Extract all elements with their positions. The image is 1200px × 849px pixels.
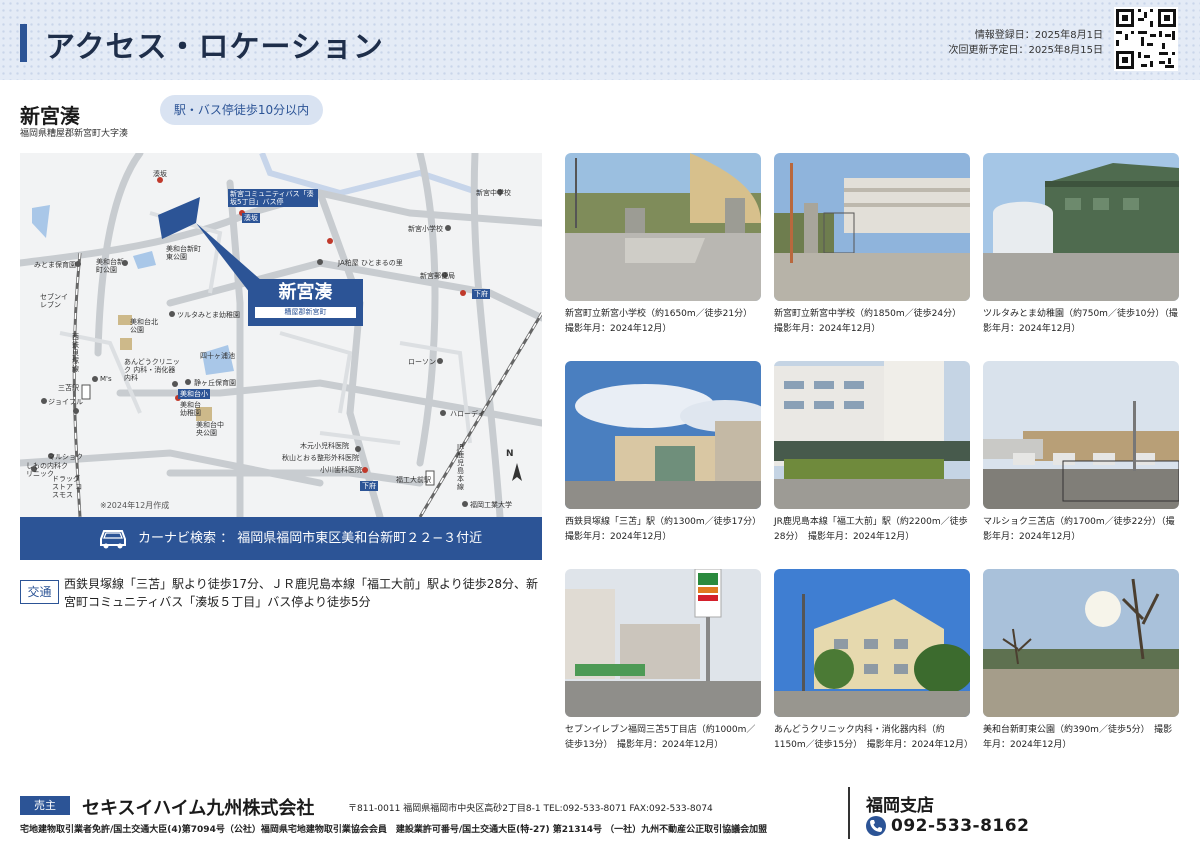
photo-caption: JR鹿児島本線「福工大前」駅（約2200m／徒歩28分） 撮影年月：2024年1…: [774, 517, 968, 542]
map-label-joyful: ジョイフル: [48, 398, 83, 406]
photo-caption: 美和台新町東公園（約390m／徒歩5分） 撮影年月：2024年12月）: [983, 725, 1173, 750]
photo-caption: 新宮町立新宮小学校（約1650m／徒歩21分） 撮影年月：2024年12月）: [565, 309, 757, 334]
car-navigation-bar: カーナビ検索 ： 福岡県福岡市東区美和台新町２２−３付近: [20, 517, 542, 560]
registered-date: 情報登録日：2025年8月1日: [974, 30, 1103, 41]
photo-fukukodai-station[interactable]: [774, 361, 970, 509]
map-label-tsuruta: ツルタみとま幼稚園: [177, 311, 240, 319]
map-label-marushoku: マルショク: [48, 453, 83, 461]
update-info: 情報登録日：2025年8月1日 次回更新予定日：2025年8月15日: [948, 28, 1103, 58]
map-label-shimofu: 下府: [360, 481, 378, 491]
map-label-yotsuike: 四十ヶ浦池: [200, 352, 235, 360]
property-name: 新宮湊: [20, 104, 80, 128]
photo-seven-eleven[interactable]: [565, 569, 761, 717]
photo-tsuruta-kindergarten[interactable]: [983, 153, 1179, 301]
map-label-seven: セブンイレブン: [40, 293, 68, 309]
photo-caption: あんどうクリニック内科・消化器内科（約1150m／徒歩15分） 撮影年月：202…: [774, 725, 973, 750]
next-update-date: 次回更新予定日：2025年8月15日: [948, 45, 1103, 56]
photo-shingu-junior-high[interactable]: [774, 153, 970, 301]
photo-caption: 新宮町立新宮中学校（約1850m／徒歩24分） 撮影年月：2024年12月）: [774, 309, 966, 334]
map-label-fukukodai: 福工大前駅: [396, 476, 431, 484]
map-label-mitomahoiku: みとま保育園: [34, 261, 76, 269]
map-label-miwadai-yo: 美和台幼稚園: [180, 401, 201, 417]
qr-code-icon[interactable]: [1114, 7, 1178, 71]
area-map[interactable]: 湊坂 新宮コミュニティバス「湊坂5丁目」バス停 湊坂 みとま保育園 美和台新町公…: [20, 153, 542, 517]
page-title: アクセス・ロケーション: [45, 30, 384, 65]
map-label-shingu-e: 新宮小学校: [408, 225, 443, 233]
photo-miwadai-east-park[interactable]: [983, 569, 1179, 717]
photo-caption: セブンイレブン福岡三苫5丁目店（約1000m／徒歩13分） 撮影年月：2024年…: [565, 725, 756, 750]
map-label-miwadai-kita: 美和台北公園: [130, 318, 158, 334]
license-info: 宅地建物取引業者免許/国土交通大臣(4)第7094号（公社）福岡県宅地建物取引業…: [20, 825, 768, 835]
photo-caption: 西鉄貝塚線「三苫」駅（約1300m／徒歩17分） 撮影年月：2024年12月）: [565, 517, 766, 542]
map-label-miwadai-east: 美和台新町東公園: [166, 245, 201, 261]
map-label-akiyama: 秋山とおる整形外科医院: [282, 454, 359, 462]
map-label-shizuka: 静ヶ丘保育園: [194, 379, 236, 387]
map-label-shingu-post: 新宮郵便局: [420, 272, 455, 280]
property-callout: 新宮湊 糟屋郡新宮町: [248, 279, 363, 326]
map-created-note: ※2024年12月作成: [100, 501, 170, 510]
photo-ando-clinic[interactable]: [774, 569, 970, 717]
north-label: N: [506, 449, 514, 459]
header: アクセス・ロケーション 情報登録日：2025年8月1日 次回更新予定日：2025…: [0, 0, 1200, 80]
map-label-shingu-j: 新宮中学校: [476, 189, 511, 197]
footer-divider: [848, 787, 850, 839]
map-label-minato: 湊坂: [153, 170, 167, 178]
map-label-bus: 新宮コミュニティバス「湊坂5丁目」バス停: [228, 189, 318, 207]
photo-shingu-elementary[interactable]: [565, 153, 761, 301]
map-label-fit: 福岡工業大学: [470, 501, 512, 509]
transport-text: 西鉄貝塚線「三苫」駅より徒歩17分、ＪＲ鹿児島本線「福工大前」駅より徒歩28分、…: [64, 577, 539, 609]
seller-badge: 売主: [20, 796, 70, 815]
map-label-hello: ハローデイ: [450, 410, 485, 418]
branch-phone[interactable]: 092-533-8162: [891, 816, 1029, 836]
map-label-bus2: 湊坂: [242, 213, 260, 223]
branch-name: 福岡支店: [866, 796, 934, 816]
map-label-ogawa: 小川歯科医院: [320, 466, 362, 474]
company-name: セキスイハイム九州株式会社: [82, 798, 315, 819]
phone-icon: [866, 816, 886, 836]
company-address: 〒811-0011 福岡県福岡市中央区高砂2丁目8-1 TEL:092-533-…: [348, 804, 713, 814]
photo-caption: ツルタみとま幼稚園（約750m／徒歩10分）（撮影年月：2024年12月）: [983, 309, 1178, 334]
map-label-miwadai-park: 美和台新町公園: [96, 258, 124, 274]
property-address: 福岡県糟屋郡新宮町大字湊: [20, 129, 129, 139]
car-icon: [100, 530, 126, 549]
photo-marushoku[interactable]: [983, 361, 1179, 509]
transport-badge: 交通: [20, 580, 59, 604]
callout-sub: 糟屋郡新宮町: [255, 307, 356, 318]
map-label-mitoma: 三苫駅: [58, 384, 79, 392]
map-label-ja: JA粕屋 ひとまるの里: [338, 259, 403, 267]
map-label-nishitetsu: 西鉄貝塚線: [72, 333, 79, 373]
map-label-shimo: 下府: [472, 289, 490, 299]
map-label-lawson: ローソン: [408, 358, 436, 366]
map-label-ando: あんどうクリニック 内科・消化器内科: [124, 358, 180, 382]
map-label-ms: M's: [100, 375, 112, 383]
walk-badge: 駅・バス停徒歩10分以内: [160, 95, 323, 125]
title-accent-bar: [20, 24, 27, 62]
photo-caption: マルショク三苫店（約1700m／徒歩22分）（撮影年月：2024年12月）: [983, 517, 1175, 542]
map-label-miwadai-chuo: 美和台中央公園: [196, 421, 224, 437]
map-label-kimoto: 木元小児科医院: [300, 442, 349, 450]
map-label-jr: JR鹿児島本線: [457, 443, 464, 491]
map-label-drug: ドラッグストア コスモス: [52, 475, 83, 499]
map-label-miwadai-sho: 美和台小: [178, 389, 210, 399]
photo-mitoma-station[interactable]: [565, 361, 761, 509]
car-navigation-text: カーナビ検索 ： 福岡県福岡市東区美和台新町２２−３付近: [138, 531, 483, 546]
callout-name: 新宮湊: [278, 282, 333, 303]
